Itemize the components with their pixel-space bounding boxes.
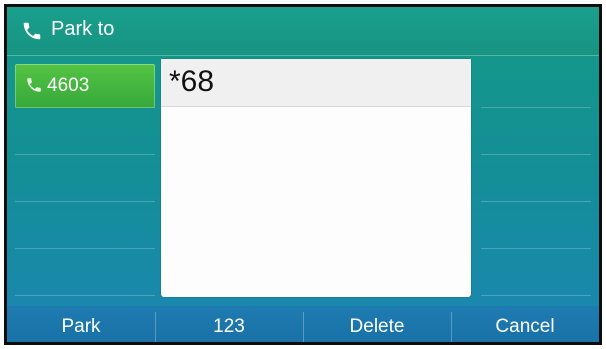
phone-icon (27, 78, 41, 92)
line-key-4603[interactable]: 4603 (15, 64, 155, 108)
park-number-value: *68 (169, 65, 215, 98)
park-softkey[interactable]: Park (7, 306, 155, 342)
line-key-label: 4603 (47, 75, 90, 96)
delete-softkey[interactable]: Delete (303, 306, 451, 342)
phone-icon (23, 22, 41, 40)
softkey-bar: Park 123 Delete Cancel (7, 306, 599, 342)
title-bar: Park to (7, 7, 599, 56)
page-title: Park to (51, 18, 115, 40)
park-dialog: *68 (161, 59, 471, 297)
right-key-column (481, 62, 591, 300)
input-mode-softkey[interactable]: 123 (155, 306, 303, 342)
park-number-input[interactable]: *68 (161, 59, 471, 107)
phone-screen: Park to 4603 *68 Park 123 Delete Cancel (4, 4, 602, 345)
cancel-softkey[interactable]: Cancel (451, 306, 599, 342)
